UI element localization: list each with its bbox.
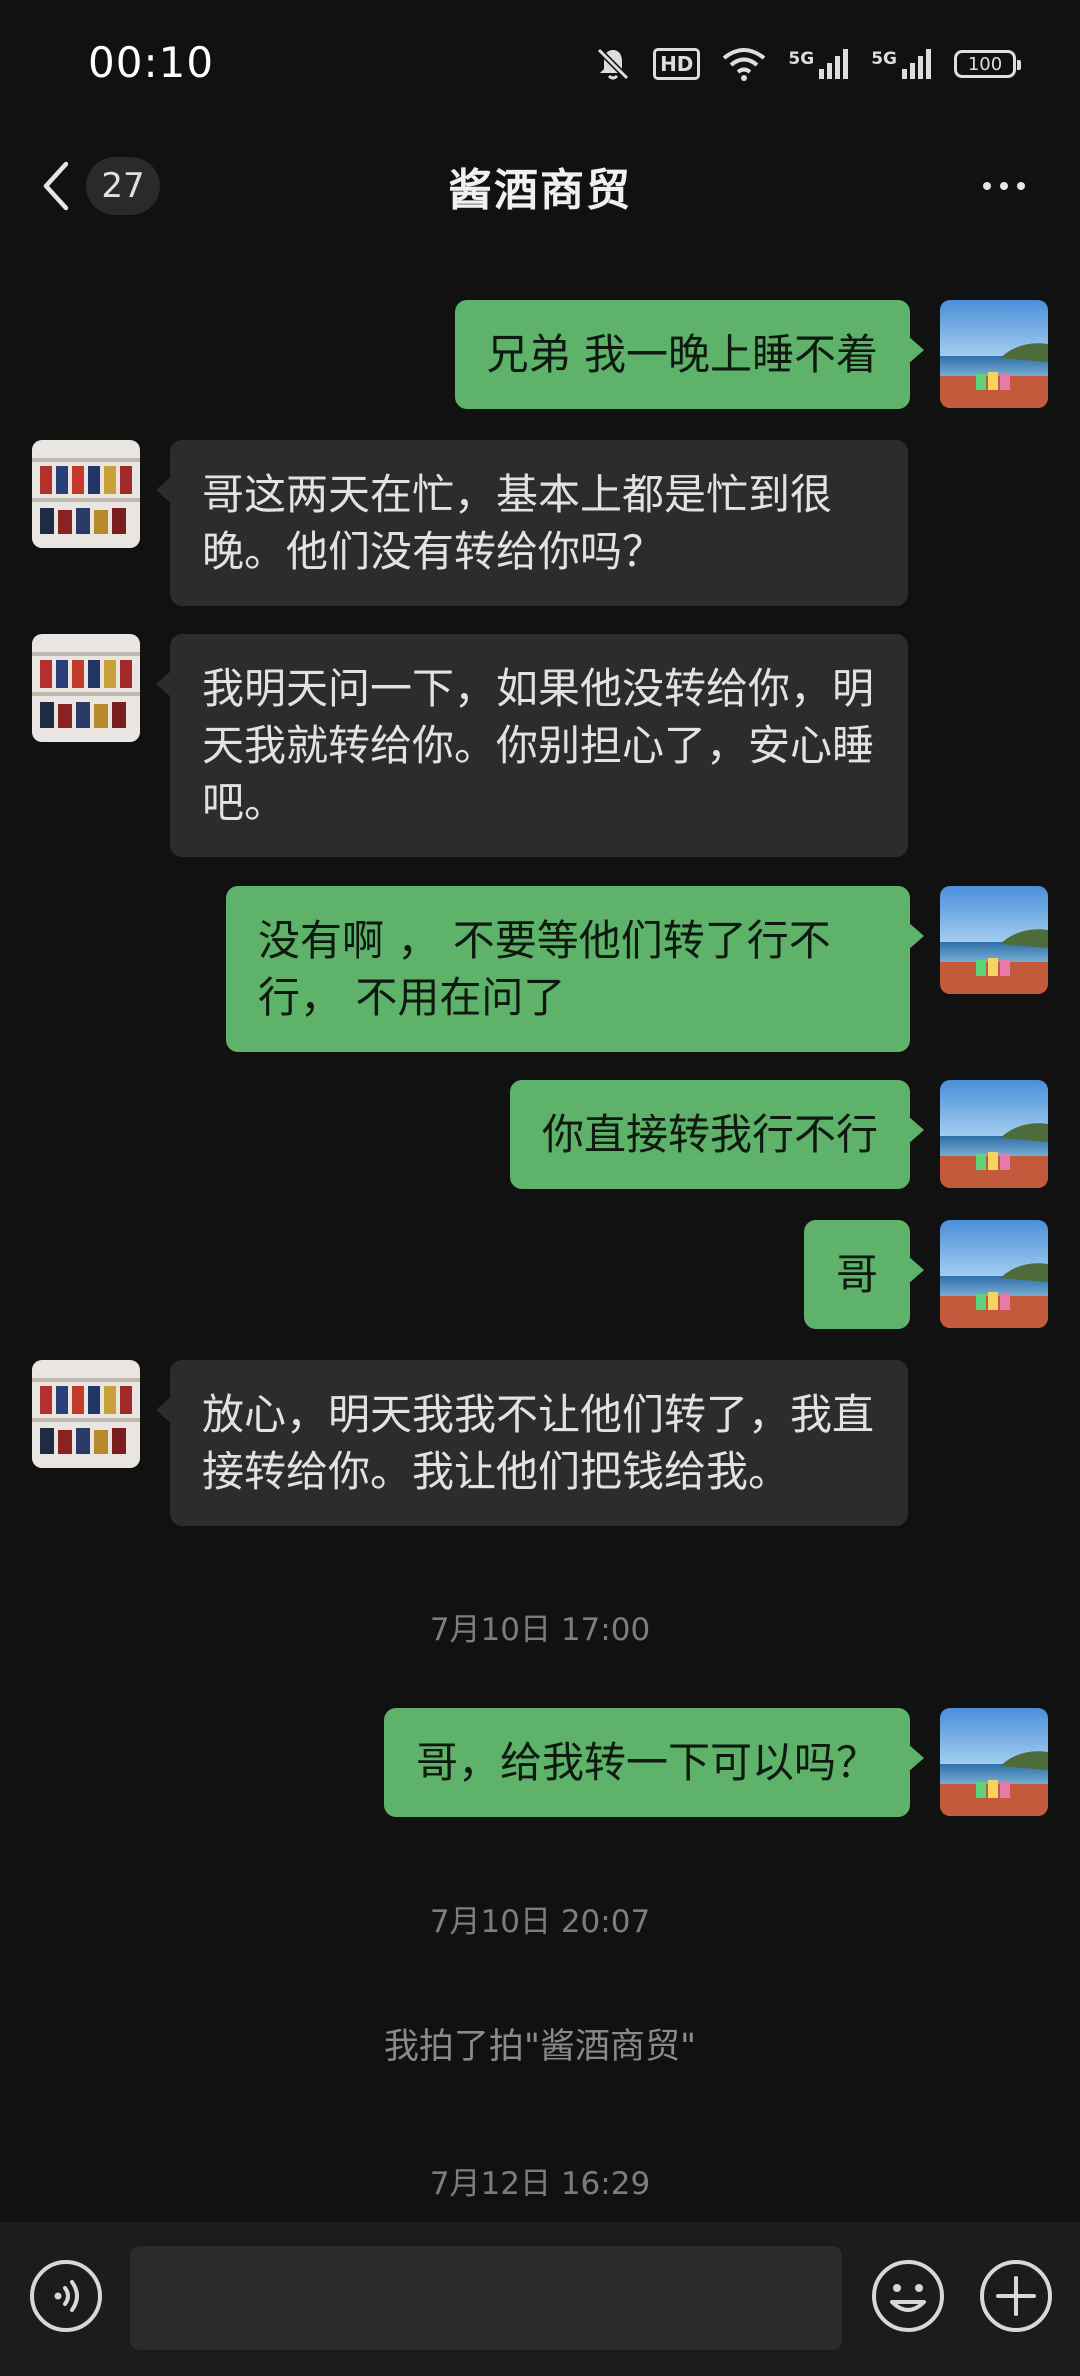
emoji-icon [872,2260,944,2332]
message-input[interactable] [130,2246,842,2350]
pat-notification: 我拍了拍"酱酒商贸" [383,2027,697,2067]
emoji-button[interactable] [870,2258,946,2334]
incoming-message-bubble[interactable]: 放心，明天我我不让他们转了，我直接转给你。我让他们把钱给我。 [156,1360,908,1526]
message-timestamp: 7月10日 20:07 [429,1904,651,1940]
my-avatar[interactable] [940,1080,1048,1188]
more-functions-button[interactable] [978,2258,1054,2334]
message-timestamp: 7月12日 16:29 [429,2166,651,2202]
outgoing-message-bubble[interactable]: 兄弟 我一晚上睡不着 [454,300,925,409]
my-avatar[interactable] [940,300,1048,408]
my-avatar[interactable] [940,886,1048,994]
contact-avatar[interactable] [32,1360,140,1468]
contact-avatar[interactable] [32,634,140,742]
outgoing-message-bubble[interactable]: 你直接转我行不行 [509,1080,925,1189]
outgoing-message-bubble[interactable]: 哥，给我转一下可以吗？ [383,1708,925,1817]
my-avatar[interactable] [940,1708,1048,1816]
outgoing-message-bubble[interactable]: 哥 [803,1220,925,1329]
plus-icon [980,2260,1052,2332]
voice-icon [30,2260,102,2332]
my-avatar[interactable] [940,1220,1048,1328]
message-input-bar [0,2222,1080,2376]
outgoing-message-bubble[interactable]: 没有啊 ， 不要等他们转了行不行， 不用在问了 [226,886,924,1052]
incoming-message-bubble[interactable]: 哥这两天在忙，基本上都是忙到很晚。他们没有转给你吗？ [156,440,908,606]
voice-input-button[interactable] [28,2258,104,2334]
message-timestamp: 7月10日 17:00 [429,1612,651,1648]
contact-avatar[interactable] [32,440,140,548]
chat-message-list[interactable]: 兄弟 我一晚上睡不着 哥这两天在忙，基本上都是忙到很晚。他们没有转给你吗？ 我明… [0,0,1080,2220]
incoming-message-bubble[interactable]: 我明天问一下，如果他没转给你，明天我就转给你。你别担心了，安心睡吧。 [156,634,908,857]
